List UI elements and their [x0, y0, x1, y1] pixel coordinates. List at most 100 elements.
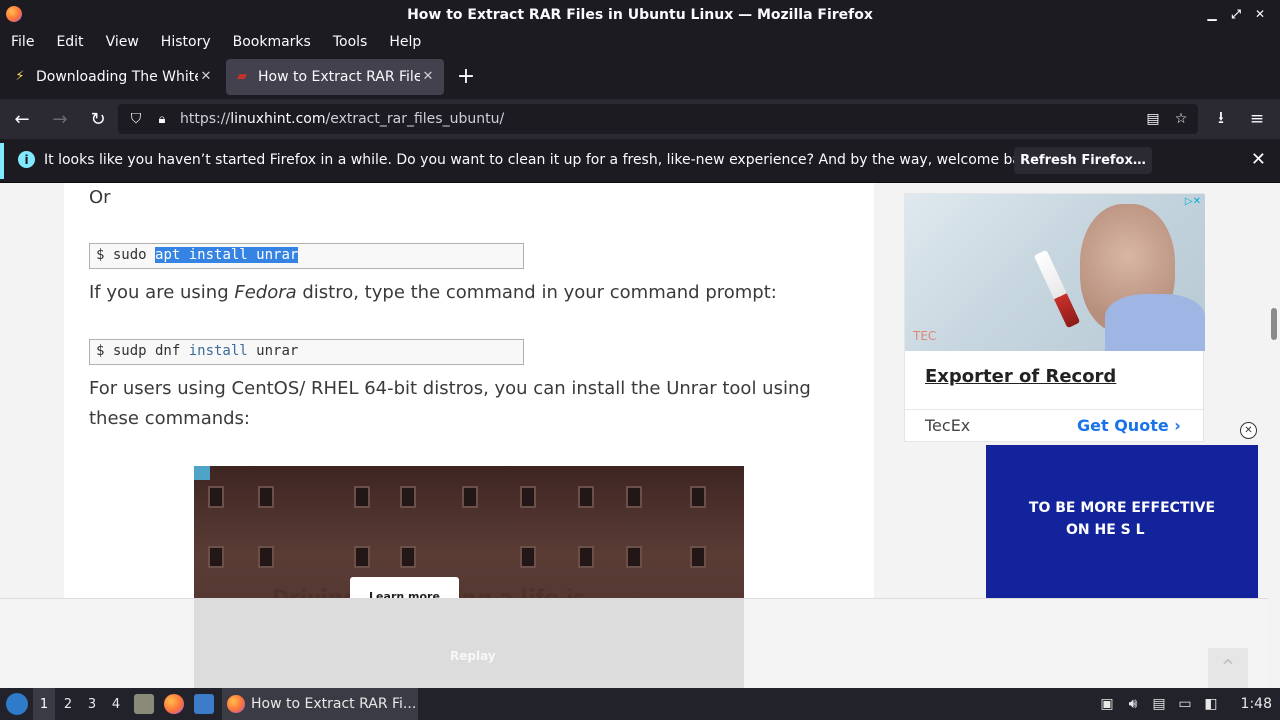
firefox-app-icon [6, 6, 22, 22]
building-window [626, 486, 642, 508]
paragraph-centos-line1: For users using CentOS/ RHEL 64-bit dist… [89, 378, 811, 399]
forward-button[interactable]: → [44, 103, 76, 135]
system-tray: ▣ 🔊︎ ▤ ▭ ◧ [1094, 688, 1224, 720]
ad-headline[interactable]: Exporter of Record [925, 366, 1116, 387]
close-icon[interactable]: ✕ [1250, 4, 1270, 24]
building-window [626, 546, 642, 568]
ad-logo: TEC [913, 329, 937, 343]
menu-tools[interactable]: Tools [322, 34, 379, 50]
menu-view[interactable]: View [95, 34, 150, 50]
tab-bar: ⚡ Downloading The White House ✕ ▰ How to… [0, 54, 1280, 99]
page-scrollbar[interactable] [1268, 183, 1280, 688]
url-text[interactable]: https://linuxhint.com/extract_rar_files_… [180, 111, 504, 127]
tracking-shield-icon[interactable]: ⛉ [126, 111, 146, 127]
restore-icon[interactable]: ⤢ [1226, 4, 1246, 24]
get-quote-button[interactable]: Get Quote › [1077, 416, 1181, 435]
ad-brand: TecEx [925, 416, 971, 435]
scrollbar-thumb[interactable] [1271, 308, 1277, 340]
site-favicon-icon: ▰ [237, 69, 247, 84]
ad-photo: TEC [905, 194, 1205, 351]
reader-view-icon[interactable]: ▤ [1142, 108, 1164, 130]
paragraph-fedora: If you are using Fedora distro, type the… [89, 282, 777, 303]
menu-bar: File Edit View History Bookmarks Tools H… [0, 29, 1280, 54]
sidebar-ad-tecex[interactable]: TEC ▷✕ Exporter of Record TecEx Get Quot… [904, 193, 1205, 442]
adchoices-icon[interactable]: ▷✕ [1185, 196, 1201, 207]
building-window [400, 486, 416, 508]
start-menu-icon[interactable] [6, 693, 28, 715]
refresh-firefox-button[interactable]: Refresh Firefox… [1014, 147, 1152, 174]
building-window [578, 546, 594, 568]
volume-icon[interactable]: 🔊︎ [1120, 696, 1146, 712]
video-strip [194, 599, 744, 688]
ad-photo-glove [1105, 294, 1205, 351]
building-window [690, 486, 706, 508]
building-window [208, 486, 224, 508]
tab-title: Downloading The White House [36, 68, 198, 85]
window-titlebar: How to Extract RAR Files in Ubuntu Linux… [0, 0, 1280, 29]
scroll-to-top-button[interactable]: ⌃ [1208, 648, 1248, 688]
update-icon[interactable]: ◧ [1198, 696, 1224, 712]
menu-help[interactable]: Help [378, 34, 432, 50]
nav-bar: ← → ↻ ⛉ 🔒︎ https://linuxhint.com/extract… [0, 99, 1280, 139]
bookmark-star-icon[interactable]: ☆ [1170, 108, 1192, 130]
paragraph-centos-line2: these commands: [89, 408, 250, 429]
sidebar-ad-blue[interactable]: TO BE MORE EFFECTIVE ON HE S L [986, 445, 1258, 598]
building-window [354, 486, 370, 508]
ad-text-line1: TO BE MORE EFFECTIVE [1028, 500, 1216, 516]
building-window [520, 546, 536, 568]
hamburger-menu-icon[interactable]: ≡ [1242, 103, 1272, 135]
ad-photo-vial [1033, 249, 1081, 329]
code-block-apt: $ sudo apt install unrar [89, 243, 524, 269]
menu-edit[interactable]: Edit [45, 34, 94, 50]
firefox-icon [227, 695, 245, 713]
window-controls: ▁ ⤢ ✕ [1202, 4, 1270, 24]
tab-close-icon[interactable]: ✕ [198, 69, 214, 84]
menu-bookmarks[interactable]: Bookmarks [222, 34, 322, 50]
workspace-3[interactable]: 3 [81, 688, 103, 720]
notifications-icon[interactable]: ▣ [1094, 696, 1120, 712]
tab-title: How to Extract RAR Files in Ubuntu Linux [258, 68, 420, 85]
task-label: How to Extract RAR Fi... [251, 696, 417, 712]
back-button[interactable]: ← [6, 103, 38, 135]
tab-close-icon[interactable]: ✕ [420, 69, 436, 84]
minimize-icon[interactable]: ▁ [1202, 4, 1222, 24]
system-taskbar: 1 2 3 4 How to Extract RAR Fi... ▣ 🔊︎ ▤ … [0, 688, 1280, 720]
lightning-icon: ⚡ [15, 69, 25, 84]
building-window [690, 546, 706, 568]
network-icon[interactable]: ▭ [1172, 696, 1198, 712]
reload-button[interactable]: ↻ [82, 103, 114, 135]
lock-icon[interactable]: 🔒︎ [152, 112, 172, 127]
file-manager-icon[interactable] [134, 694, 154, 714]
close-icon[interactable]: ✕ [1251, 149, 1266, 170]
building-window [208, 546, 224, 568]
sticky-video-overlay: Replay [0, 598, 1268, 688]
tab-extract-rar[interactable]: ▰ How to Extract RAR Files in Ubuntu Lin… [226, 58, 444, 95]
notification-bar: i It looks like you haven’t started Fire… [0, 139, 1280, 183]
new-tab-button[interactable]: + [450, 61, 482, 93]
info-icon: i [18, 151, 35, 168]
taskbar-firefox-task[interactable]: How to Extract RAR Fi... [222, 688, 418, 720]
notification-accent [0, 143, 4, 179]
building-window [462, 486, 478, 508]
building-window [258, 546, 274, 568]
selected-text: apt install unrar [155, 247, 299, 263]
workspace-2[interactable]: 2 [57, 688, 79, 720]
ad-close-icon[interactable]: ✕ [1240, 422, 1257, 439]
url-bar[interactable]: ⛉ 🔒︎ https://linuxhint.com/extract_rar_f… [118, 104, 1198, 134]
tab-downloading-white-house[interactable]: ⚡ Downloading The White House ✕ [4, 59, 222, 95]
or-text: Or [89, 187, 111, 208]
notification-message: It looks like you haven’t started Firefo… [44, 152, 1043, 168]
workspace-4[interactable]: 4 [105, 688, 127, 720]
clipboard-icon[interactable]: ▤ [1146, 696, 1172, 712]
code-block-dnf: $ sudp dnf install unrar [89, 339, 524, 365]
replay-button[interactable]: Replay [450, 649, 496, 663]
terminal-launcher-icon[interactable] [194, 694, 214, 714]
menu-history[interactable]: History [150, 34, 222, 50]
menu-file[interactable]: File [0, 34, 45, 50]
downloads-icon[interactable]: ⭳ [1206, 103, 1236, 135]
workspace-1[interactable]: 1 [33, 688, 55, 720]
window-title: How to Extract RAR Files in Ubuntu Linux… [407, 6, 873, 23]
video-badge-icon [194, 466, 210, 480]
firefox-launcher-icon[interactable] [164, 694, 184, 714]
building-window [258, 486, 274, 508]
